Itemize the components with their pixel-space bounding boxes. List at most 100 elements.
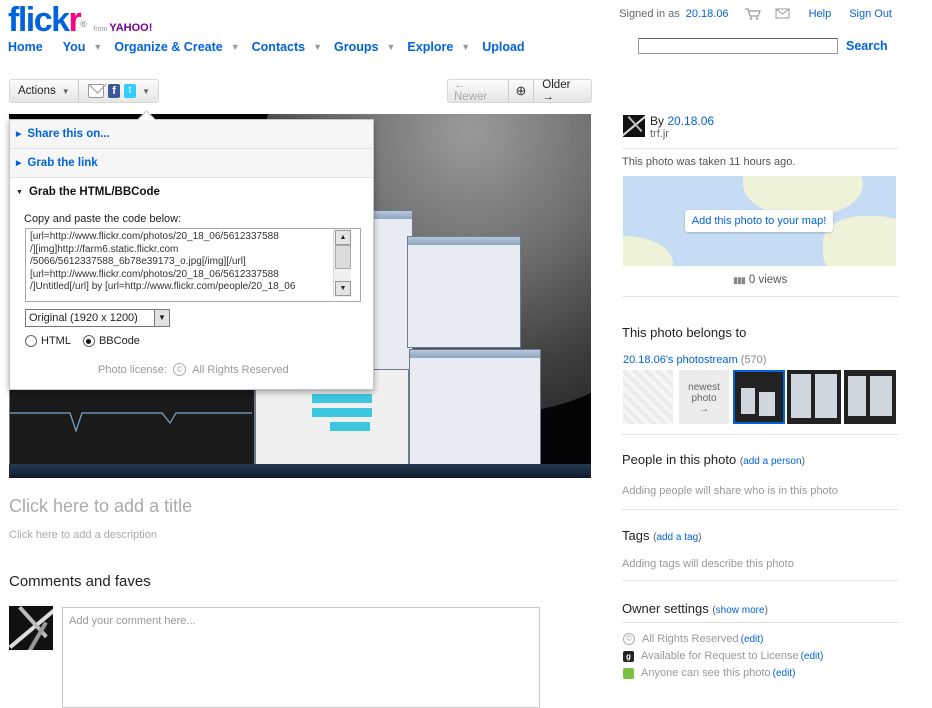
add-person-link[interactable]: add a person <box>743 456 801 467</box>
photostream-thumbnails: newest photo → <box>623 370 899 424</box>
email-share-icon[interactable] <box>88 84 105 98</box>
newer-button[interactable]: ← Newer <box>448 79 508 103</box>
share-on-section[interactable]: ▶ Share this on... <box>10 120 373 149</box>
signed-in-user[interactable]: 20.18.06 <box>686 8 729 20</box>
setting-request-license: g Available for Request to License (edit… <box>623 650 823 662</box>
photo-license: Photo license: © All Rights Reserved <box>98 363 289 376</box>
scroll-down-icon[interactable]: ▼ <box>335 281 351 296</box>
search-button[interactable]: Search <box>846 39 888 53</box>
help-link[interactable]: Help <box>809 8 832 20</box>
signed-in-label: Signed in as <box>619 8 680 20</box>
grab-html-header[interactable]: ▼ Grab the HTML/BBCode <box>10 178 373 206</box>
avatar <box>9 606 53 650</box>
search-input[interactable] <box>638 38 838 54</box>
scroll-up-icon[interactable]: ▲ <box>335 230 351 245</box>
bbcode-radio[interactable] <box>82 335 95 347</box>
main-nav: Home You ▼ Organize & Create ▼ Contacts ▼ G… <box>8 40 525 54</box>
copyright-icon: © <box>623 633 635 645</box>
html-radio-label: HTML <box>41 335 71 347</box>
copyright-icon: © <box>173 363 187 376</box>
divider <box>622 296 899 297</box>
grab-link-section[interactable]: ▶ Grab the link <box>10 149 373 178</box>
divider <box>622 580 899 581</box>
html-radio[interactable] <box>25 335 37 347</box>
scroll-thumb[interactable] <box>335 245 351 269</box>
facebook-share-icon[interactable]: f <box>108 84 121 98</box>
edit-request-license-link[interactable]: edit <box>804 651 820 662</box>
stats-icon: ▮▮▮ <box>733 275 746 285</box>
copy-instructions: Copy and paste the code below: <box>24 213 182 225</box>
people-heading: People in this photo (add a person) <box>622 452 805 467</box>
chevron-down-icon[interactable]: ▼ <box>93 42 102 52</box>
format-radio-group: HTML BBCode <box>25 335 140 347</box>
divider <box>622 148 899 149</box>
empty-thumbnail-slot <box>623 370 673 424</box>
zoom-icon[interactable]: ⊕ <box>507 80 535 102</box>
thumbnail-current[interactable] <box>733 370 785 424</box>
add-tag-link[interactable]: add a tag <box>656 532 698 543</box>
photostream-link[interactable]: 20.18.06's photostream (570) <box>623 354 766 366</box>
photo-pager: ← Newer ⊕ Older → <box>447 79 592 103</box>
owner-realname: trf.jr <box>650 128 669 140</box>
thumbnail[interactable] <box>787 370 841 424</box>
chevron-down-icon[interactable]: ▼ <box>461 42 470 52</box>
chevron-down-icon[interactable]: ▼ <box>62 87 70 96</box>
nav-organize[interactable]: Organize & Create <box>114 40 222 54</box>
logo-r: r <box>68 1 82 39</box>
tags-hint: Adding tags will describe this photo <box>622 558 794 570</box>
chevron-down-icon[interactable]: ▼ <box>154 310 169 326</box>
show-more-link[interactable]: show more <box>716 605 765 616</box>
bbcode-radio-label: BBCode <box>98 335 140 347</box>
actions-button[interactable]: Actions <box>10 85 62 97</box>
owner-byline: By 20.18.06 <box>650 114 715 128</box>
logo-from: from <box>93 26 108 33</box>
setting-license: © All Rights Reserved (edit) <box>623 633 763 645</box>
mail-icon[interactable] <box>775 8 791 20</box>
comments-heading: Comments and faves <box>9 573 151 590</box>
account-bar: Signed in as 20.18.06 Help Sign Out <box>619 8 892 20</box>
code-scrollbar[interactable]: ▲ ▼ <box>333 229 351 297</box>
view-count: ▮▮▮ 0 views <box>733 274 788 286</box>
photo-map: Add this photo to your map! <box>623 176 896 266</box>
chevron-down-icon[interactable]: ▼ <box>313 42 322 52</box>
size-select[interactable]: Original (1920 x 1200) ▼ <box>25 309 170 327</box>
embed-code-textarea[interactable]: [url=http://www.flickr.com/photos/20_18_… <box>25 228 361 302</box>
chevron-down-icon[interactable]: ▼ <box>231 42 240 52</box>
os-taskbar <box>9 464 591 478</box>
nav-upload[interactable]: Upload <box>482 40 524 54</box>
chevron-down-icon[interactable]: ▼ <box>387 42 396 52</box>
setting-privacy: Anyone can see this photo (edit) <box>623 667 795 679</box>
tags-heading: Tags (add a tag) <box>622 528 702 543</box>
share-menu-chevron-icon[interactable]: ▼ <box>142 87 150 96</box>
owner-settings-heading: Owner settings (show more) <box>622 601 768 616</box>
collapse-arrow-icon: ▼ <box>16 189 23 196</box>
older-button[interactable]: Older → <box>534 79 591 103</box>
getty-icon: g <box>623 650 634 662</box>
comment-input[interactable]: Add your comment here... <box>62 607 540 708</box>
nav-home[interactable]: Home <box>8 40 43 54</box>
nav-you[interactable]: You <box>63 40 86 54</box>
grab-html-section: ▼ Grab the HTML/BBCode <box>10 178 373 206</box>
owner-avatar[interactable] <box>623 115 645 137</box>
photo-description-placeholder[interactable]: Click here to add a description <box>9 529 157 541</box>
logo-text: flick <box>8 1 70 39</box>
edit-license-link[interactable]: edit <box>744 634 760 645</box>
owner-username-link[interactable]: 20.18.06 <box>667 114 714 128</box>
actions-toolbar: Actions ▼ f t ▼ <box>9 79 159 103</box>
nav-explore[interactable]: Explore <box>407 40 453 54</box>
belongs-heading: This photo belongs to <box>622 325 747 340</box>
sign-out-link[interactable]: Sign Out <box>849 8 892 20</box>
expand-arrow-icon: ▶ <box>16 131 22 138</box>
photo-taken-time: This photo was taken 11 hours ago. <box>622 156 796 168</box>
nav-contacts[interactable]: Contacts <box>252 40 305 54</box>
newest-photo-marker: newest photo → <box>679 370 729 424</box>
add-to-map-button[interactable]: Add this photo to your map! <box>685 210 833 232</box>
thumbnail[interactable] <box>844 370 896 424</box>
photo-title-placeholder[interactable]: Click here to add a title <box>9 496 192 517</box>
edit-privacy-link[interactable]: edit <box>776 668 792 679</box>
nav-groups[interactable]: Groups <box>334 40 378 54</box>
twitter-share-icon[interactable]: t <box>124 84 137 98</box>
cart-icon[interactable] <box>744 8 761 20</box>
photostream-count: (570) <box>740 354 767 366</box>
search-form: Search <box>638 38 888 54</box>
